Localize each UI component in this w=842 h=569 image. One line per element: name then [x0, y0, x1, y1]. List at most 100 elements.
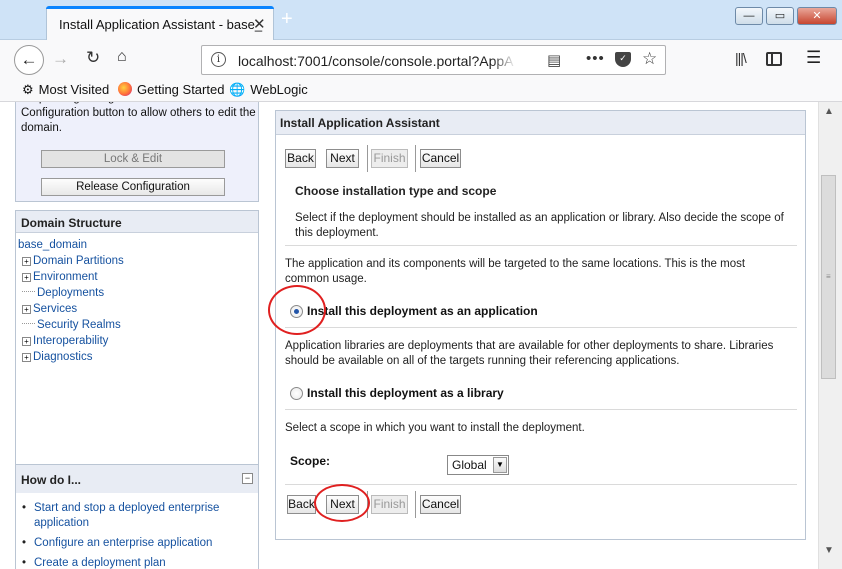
scope-select-value: Global [452, 458, 487, 472]
tree-item-label[interactable]: Environment [33, 271, 98, 283]
expand-icon[interactable]: + [22, 273, 31, 282]
bookmark-weblogic[interactable]: 🌐 WebLogic [229, 82, 308, 98]
library-icon[interactable]: |||\ [735, 50, 747, 66]
divider [285, 409, 797, 410]
finish-button-bottom[interactable]: Finish [371, 495, 408, 514]
tree-item-security-realms[interactable]: Security Realms [18, 317, 124, 333]
button-separator [415, 491, 416, 518]
how-do-i-list: Start and stop a deployed enterprise app… [22, 501, 242, 569]
url-text[interactable]: localhost:7001/console/console.portal?Ap… [238, 53, 516, 69]
firefox-icon [118, 82, 132, 96]
tree-item-domain-partitions[interactable]: + Domain Partitions [18, 253, 124, 269]
bookmark-label: Most Visited [38, 82, 110, 97]
divider [285, 327, 797, 328]
finish-button[interactable]: Finish [371, 149, 408, 168]
bookmark-star-icon[interactable]: ☆ [642, 49, 657, 69]
tree-item-interoperability[interactable]: + Interoperability [18, 333, 124, 349]
expand-icon[interactable]: + [22, 353, 31, 362]
page-content: No pending changes exist. Click the Rele… [0, 102, 818, 569]
scope-select[interactable]: Global ▼ [447, 455, 509, 475]
tree-item-environment[interactable]: + Environment [18, 269, 124, 285]
collapse-icon[interactable]: − [242, 473, 253, 484]
domain-tree: base_domain + Domain Partitions + Environm… [18, 237, 124, 365]
cancel-button[interactable]: Cancel [420, 149, 461, 168]
new-tab-button[interactable]: + [281, 9, 293, 29]
how-do-i-panel: How do I... − Start and stop a deployed … [15, 464, 259, 569]
scope-description: Select a scope in which you want to inst… [285, 422, 585, 434]
browser-tab[interactable]: Install Application Assistant - base_ ✕ [46, 6, 274, 40]
scrollbar-thumb[interactable]: ≡ [821, 175, 836, 379]
divider [285, 484, 797, 485]
intro-text: Select if the deployment should be insta… [295, 212, 784, 239]
how-do-i-title: How do I... [16, 465, 258, 493]
url-bar[interactable]: i localhost:7001/console/console.portal?… [201, 45, 666, 75]
site-info-icon[interactable]: i [211, 52, 226, 67]
tree-root-base-domain[interactable]: base_domain [18, 237, 124, 253]
install-as-application-radio[interactable] [290, 305, 303, 318]
tree-item-label[interactable]: Interoperability [33, 335, 108, 347]
section-heading: Choose installation type and scope [295, 184, 497, 198]
expand-icon[interactable]: + [22, 337, 31, 346]
tab-title: Install Application Assistant - base_ [59, 17, 263, 32]
expand-icon[interactable]: + [22, 257, 31, 266]
forward-arrow-icon[interactable]: → [52, 49, 69, 69]
how-do-i-link[interactable]: Configure an enterprise application [22, 536, 242, 551]
window-maximize-button[interactable]: ▭ [766, 7, 794, 25]
page-actions-icon[interactable]: ••• [586, 50, 605, 67]
window-close-button[interactable]: ✕ [797, 7, 837, 25]
bookmarks-toolbar: ⚙ Most Visited Getting Started 🌐 WebLogic [0, 80, 842, 102]
next-button-bottom[interactable]: Next [326, 495, 359, 514]
tree-item-label[interactable]: Diagnostics [33, 351, 92, 363]
tree-item-services[interactable]: + Services [18, 301, 124, 317]
next-button[interactable]: Next [326, 149, 359, 168]
window-minimize-button[interactable]: — [735, 7, 763, 25]
button-separator [367, 491, 368, 518]
expand-icon[interactable]: + [22, 305, 31, 314]
gear-icon: ⚙ [22, 82, 34, 97]
pocket-icon[interactable]: ✓ [615, 52, 631, 67]
reader-view-icon[interactable]: ▤ [547, 51, 561, 69]
tree-connector [22, 323, 35, 324]
assistant-title: Install Application Assistant [276, 111, 805, 135]
how-do-i-link[interactable]: Start and stop a deployed enterprise app… [22, 501, 242, 531]
install-as-library-radio[interactable] [290, 387, 303, 400]
tab-close-icon[interactable]: ✕ [253, 15, 266, 33]
scroll-down-arrow-icon[interactable]: ▼ [824, 545, 834, 556]
library-description: Application libraries are deployments th… [285, 340, 774, 367]
lock-edit-button[interactable]: Lock & Edit [41, 150, 225, 168]
browser-navbar: ← → ↻ ⌂ i localhost:7001/console/console… [0, 40, 842, 80]
dropdown-arrow-icon[interactable]: ▼ [493, 457, 507, 473]
install-as-library-label[interactable]: Install this deployment as a library [307, 386, 504, 400]
tree-item-label[interactable]: Deployments [37, 287, 104, 299]
back-button-bottom[interactable]: Back [287, 495, 316, 514]
domain-structure-title: Domain Structure [16, 211, 258, 233]
cancel-button-bottom[interactable]: Cancel [420, 495, 461, 514]
change-center-text: No pending changes exist. Click the Rele… [21, 102, 256, 134]
bookmark-getting-started[interactable]: Getting Started [118, 82, 224, 97]
tree-item-label[interactable]: Security Realms [37, 319, 121, 331]
button-separator [415, 145, 416, 172]
tree-item-label[interactable]: Services [33, 303, 77, 315]
how-do-i-link[interactable]: Create a deployment plan [22, 556, 242, 569]
globe-icon: 🌐 [229, 82, 246, 97]
scroll-up-arrow-icon[interactable]: ▲ [824, 106, 834, 117]
scope-label: Scope: [290, 454, 331, 468]
back-button[interactable]: Back [285, 149, 316, 168]
hamburger-menu-icon[interactable]: ☰ [806, 48, 821, 68]
vertical-scrollbar[interactable]: ▲ ≡ ▼ [818, 102, 842, 569]
bookmark-label: WebLogic [250, 82, 308, 97]
tree-item-deployments[interactable]: Deployments [18, 285, 124, 301]
sidebar-toggle-icon[interactable] [766, 52, 782, 66]
grip-icon: ≡ [826, 272, 831, 281]
reload-icon[interactable]: ↻ [86, 48, 100, 68]
back-arrow-icon[interactable]: ← [14, 45, 44, 75]
tree-item-diagnostics[interactable]: + Diagnostics [18, 349, 124, 365]
bookmark-most-visited[interactable]: ⚙ Most Visited [22, 82, 109, 98]
home-icon[interactable]: ⌂ [117, 48, 127, 66]
button-separator [367, 145, 368, 172]
change-center-panel: No pending changes exist. Click the Rele… [15, 102, 259, 202]
tree-item-label[interactable]: Domain Partitions [33, 255, 124, 267]
bookmark-label: Getting Started [137, 82, 225, 97]
release-configuration-button[interactable]: Release Configuration [41, 178, 225, 196]
install-as-application-label[interactable]: Install this deployment as an applicatio… [307, 304, 538, 318]
